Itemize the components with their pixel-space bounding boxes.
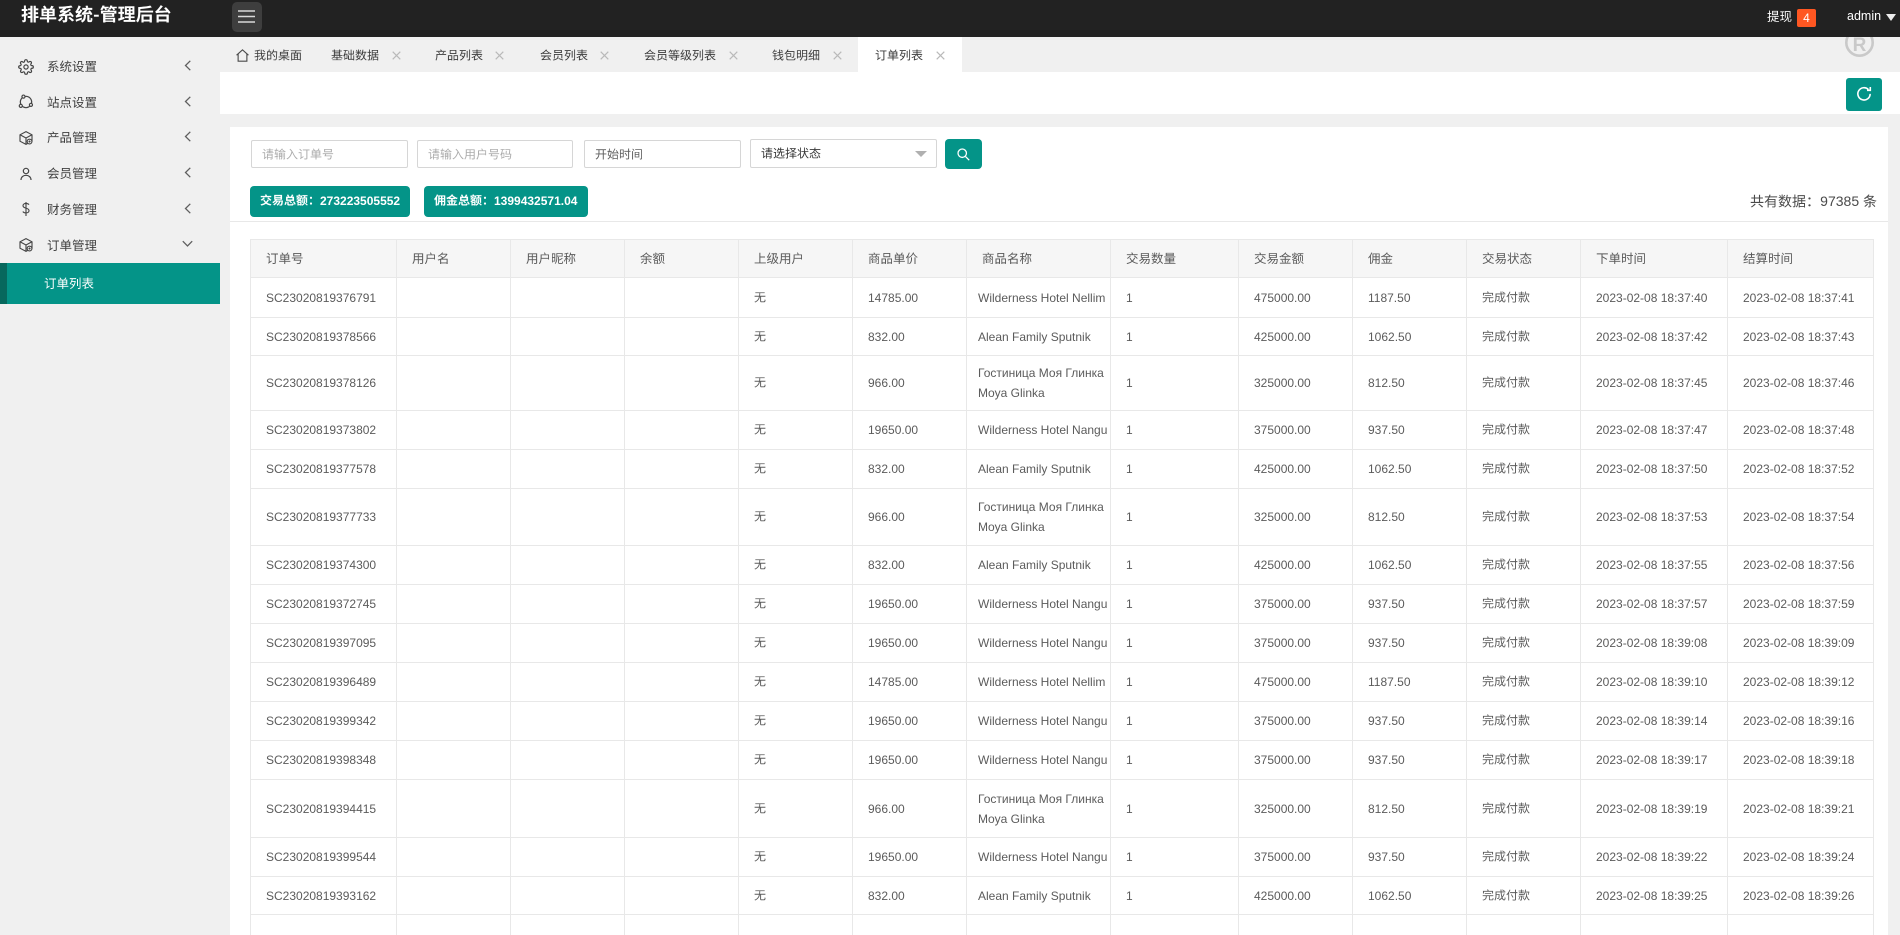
svg-text:R: R	[1853, 37, 1867, 56]
